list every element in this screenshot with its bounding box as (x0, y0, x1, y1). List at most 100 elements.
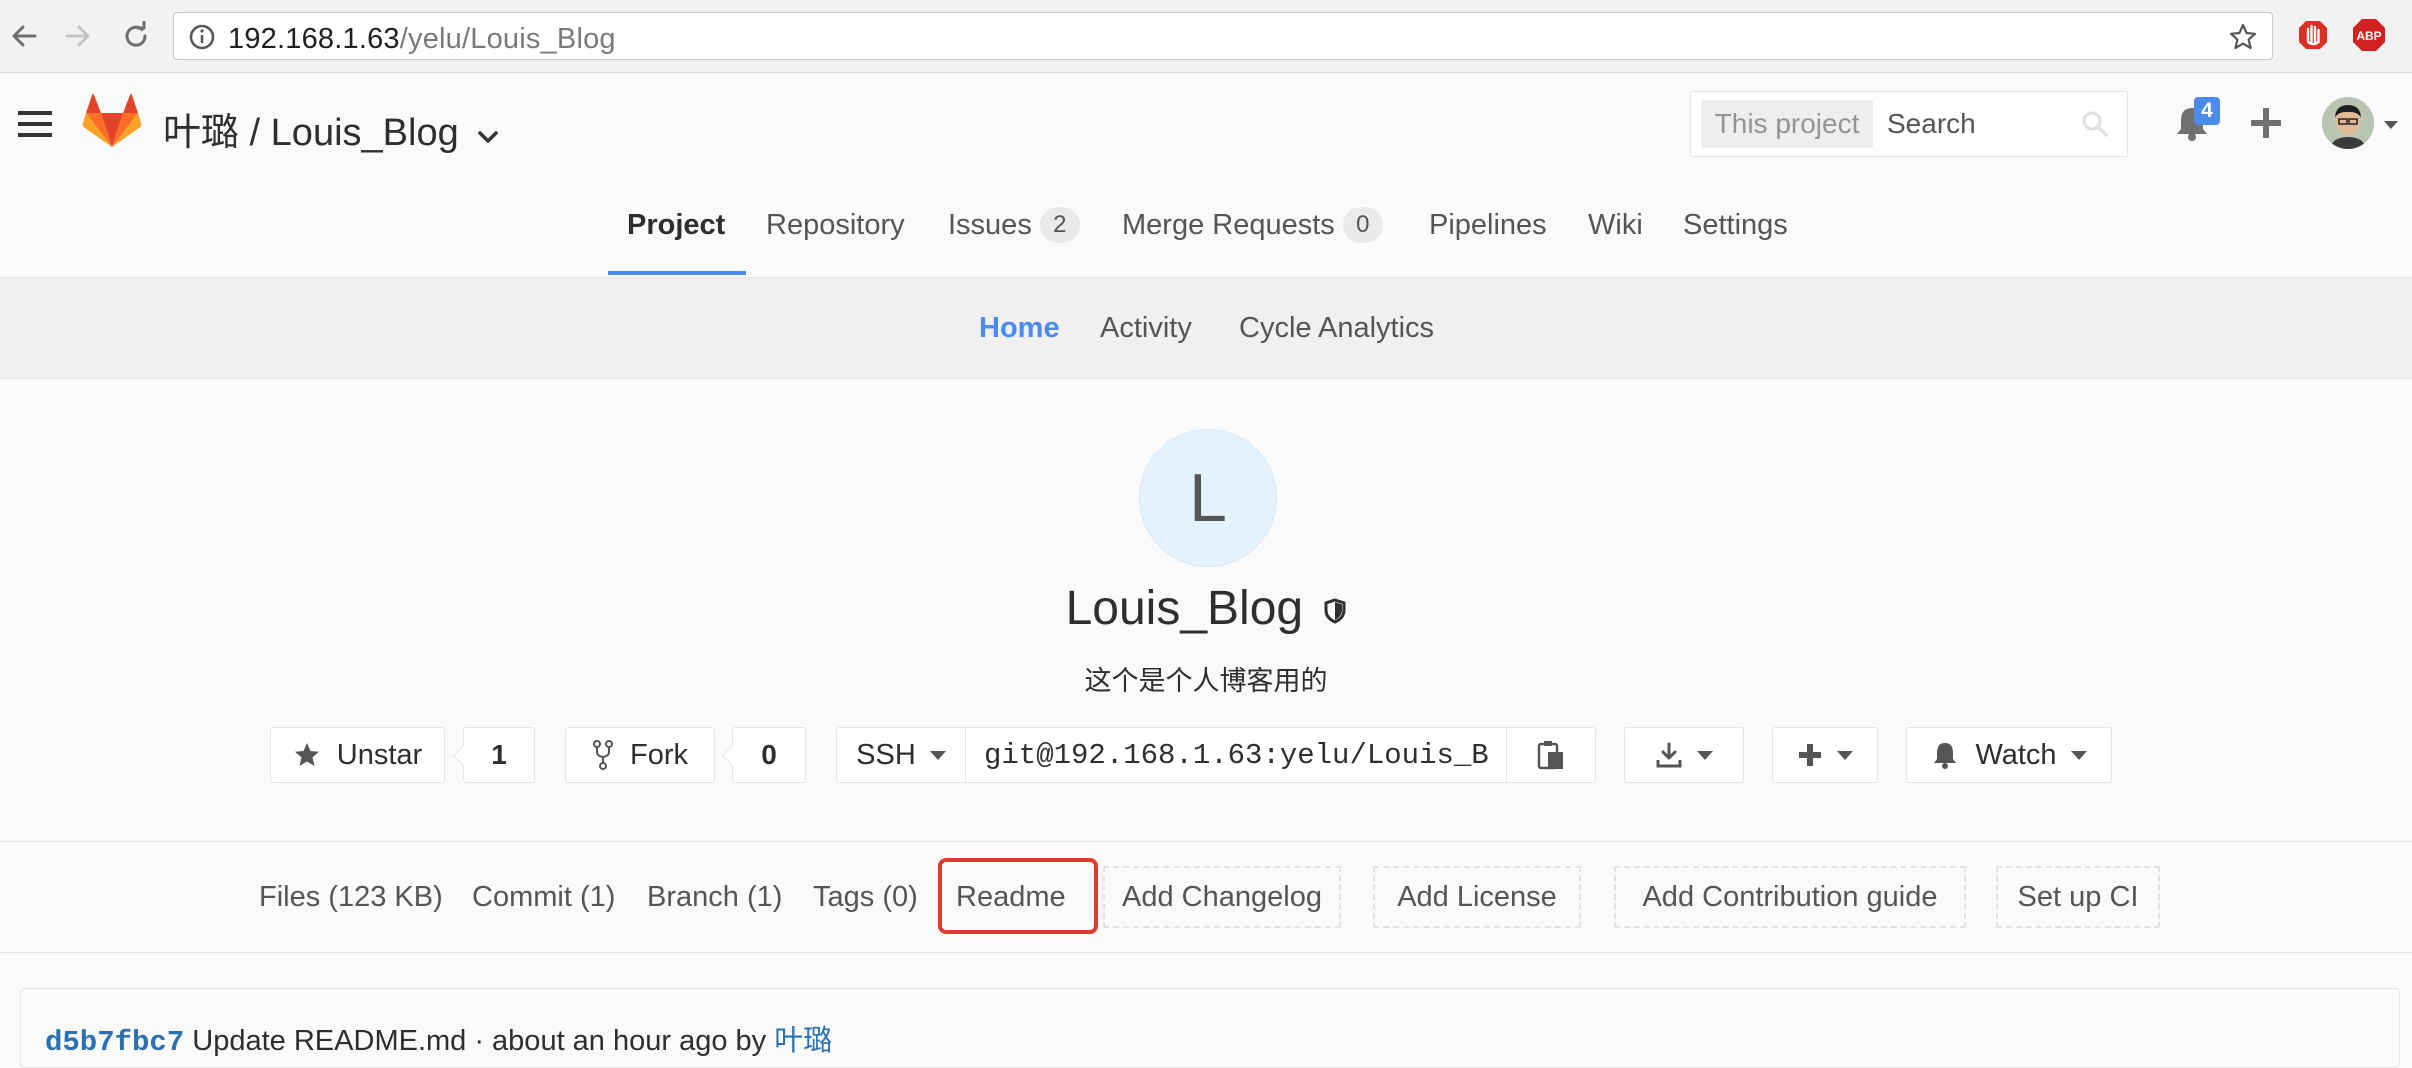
files-label: Files (123 KB) (259, 880, 443, 913)
project-description: 这个是个人博客用的 (1084, 666, 1328, 696)
files-link[interactable]: Files (123 KB) (259, 842, 443, 952)
reload-button[interactable] (116, 16, 156, 56)
subtab-activity[interactable]: Activity (1100, 278, 1192, 378)
url-path: /yelu/Louis_Blog (399, 23, 616, 55)
download-dropdown[interactable] (1624, 727, 1744, 783)
project-avatar: L (1139, 429, 1277, 567)
gitlab-tanuki-icon (82, 94, 142, 147)
active-tab-indicator (608, 271, 746, 275)
commit-sha-link[interactable]: d5b7fbc7 (45, 1026, 184, 1059)
clone-protocol-dropdown[interactable]: SSH (836, 727, 966, 783)
project-breadcrumb[interactable]: 叶璐 / Louis_Blog (163, 101, 499, 156)
merge-requests-count-badge: 0 (1342, 207, 1383, 243)
commits-label: Commit (1) (472, 880, 616, 913)
adblock-icon: ABP (2353, 19, 2385, 51)
tab-wiki[interactable]: Wiki (1588, 175, 1643, 275)
tab-label: Settings (1683, 208, 1788, 241)
caret-down-icon (2070, 750, 2087, 760)
fork-icon (593, 740, 613, 770)
extension-adblock[interactable]: ABP (2350, 16, 2388, 54)
fork-count[interactable]: 0 (721, 727, 806, 783)
add-dropdown[interactable] (1772, 727, 1878, 783)
add-license-link[interactable]: Add License (1373, 866, 1581, 928)
fork-count-value: 0 (761, 739, 777, 770)
info-icon (189, 24, 215, 50)
add-contribution-guide-link[interactable]: Add Contribution guide (1614, 866, 1966, 928)
watch-label: Watch (1975, 738, 2057, 771)
branches-link[interactable]: Branch (1) (647, 842, 782, 952)
set-up-ci-link[interactable]: Set up CI (1996, 866, 2160, 928)
readme-highlight-annotation (938, 858, 1098, 934)
user-menu[interactable] (2322, 97, 2402, 149)
user-avatar-icon (2322, 97, 2374, 149)
fork-button[interactable]: Fork (565, 727, 715, 783)
tab-label: Pipelines (1429, 208, 1547, 241)
issues-count-badge: 2 (1039, 207, 1080, 243)
url-text: 192.168.1.63/yelu/Louis_Blog (228, 23, 616, 56)
ci-label: Set up CI (2017, 880, 2139, 913)
arrow-left-icon (12, 25, 37, 47)
project-stats-bar: Files (123 KB) Commit (1) Branch (1) Tag… (0, 842, 2412, 953)
gitlab-logo[interactable] (82, 93, 142, 149)
subtab-cycle-analytics[interactable]: Cycle Analytics (1239, 278, 1434, 378)
caret-down-icon (2384, 121, 2398, 129)
download-icon (1656, 742, 1682, 768)
last-commit-panel: d5b7fbc7 Update README.md · about an hou… (20, 988, 2400, 1068)
commits-link[interactable]: Commit (1) (472, 842, 615, 952)
subtab-home[interactable]: Home (979, 278, 1060, 378)
tab-issues[interactable]: Issues 2 (948, 175, 1080, 275)
watch-dropdown[interactable]: Watch (1906, 727, 2112, 783)
commit-message: Update README.md · about an hour ago by (192, 1025, 767, 1057)
count-arrow (721, 744, 744, 767)
search-icon (2082, 111, 2108, 137)
tab-label: Project (627, 208, 726, 241)
hand-stop-icon (2299, 21, 2327, 49)
address-bar[interactable]: 192.168.1.63/yelu/Louis_Blog (173, 12, 2273, 60)
hamburger-menu-button[interactable] (18, 109, 52, 139)
tags-link[interactable]: Tags (0) (813, 842, 918, 952)
license-label: Add License (1397, 880, 1557, 913)
arrow-right-icon (65, 25, 90, 47)
star-bookmark-icon[interactable] (2228, 22, 2258, 52)
subtab-label: Home (979, 311, 1060, 344)
protocol-label: SSH (856, 738, 916, 771)
tab-label: Merge Requests (1122, 208, 1335, 241)
extension-stop[interactable] (2294, 16, 2332, 54)
star-count[interactable]: 1 (452, 727, 535, 783)
tab-repository[interactable]: Repository (766, 175, 905, 275)
clone-url-input[interactable] (966, 727, 1506, 783)
subtab-label: Activity (1100, 311, 1192, 344)
contribution-label: Add Contribution guide (1642, 880, 1938, 913)
project-name: Louis_Blog (1065, 582, 1304, 635)
commit-author-link[interactable]: 叶璐 (774, 1025, 832, 1057)
tab-project[interactable]: Project (627, 175, 725, 275)
project-home-panel: L Louis_Blog 这个是个人博客用的 Unstar 1 Fork 0 S… (0, 379, 2412, 842)
search-box[interactable]: This project (1690, 91, 2128, 157)
forward-button[interactable] (58, 16, 98, 56)
project-title: Louis_Blog (0, 581, 2412, 636)
back-button[interactable] (4, 16, 44, 56)
bell-icon (1934, 743, 1957, 769)
search-input[interactable] (1887, 100, 2067, 148)
unstar-button[interactable]: Unstar (270, 727, 445, 783)
add-changelog-link[interactable]: Add Changelog (1103, 866, 1341, 928)
url-host: 192.168.1.63 (228, 23, 400, 55)
browser-toolbar: 192.168.1.63/yelu/Louis_Blog ABP (0, 0, 2412, 73)
star-icon (294, 743, 319, 766)
project-nav-tabs: Project Repository Issues 2 Merge Reques… (0, 175, 2412, 278)
tab-pipelines[interactable]: Pipelines (1429, 175, 1547, 275)
commit-line: d5b7fbc7 Update README.md · about an hou… (45, 1017, 832, 1059)
star-count-value: 1 (491, 739, 507, 770)
copy-url-button[interactable] (1506, 727, 1596, 783)
new-item-button[interactable] (2248, 105, 2284, 141)
caret-down-icon (929, 750, 946, 760)
search-scope-badge[interactable]: This project (1701, 100, 1873, 148)
fork-label: Fork (630, 738, 688, 771)
notifications-button[interactable]: 4 (2172, 97, 2222, 147)
tab-settings[interactable]: Settings (1683, 175, 1788, 275)
tags-label: Tags (0) (813, 880, 918, 913)
tab-merge-requests[interactable]: Merge Requests 0 (1122, 175, 1383, 275)
abp-label: ABP (2356, 29, 2381, 43)
plus-icon (1799, 744, 1821, 766)
reload-icon (125, 21, 147, 47)
